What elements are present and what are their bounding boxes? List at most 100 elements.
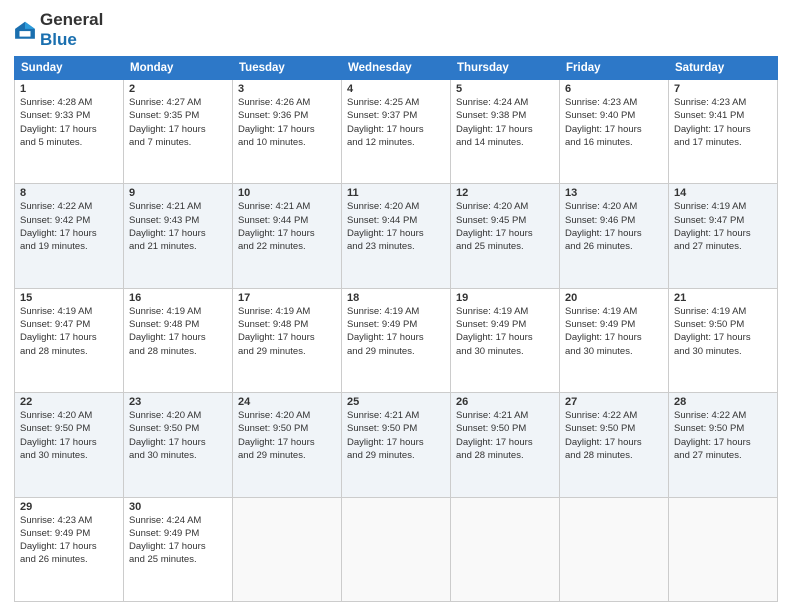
sunset-label: Sunset: 9:48 PM <box>129 319 199 330</box>
sunset-label: Sunset: 9:35 PM <box>129 110 199 121</box>
daylight-minutes: and 30 minutes. <box>565 346 633 357</box>
col-header-wednesday: Wednesday <box>342 57 451 80</box>
col-header-tuesday: Tuesday <box>233 57 342 80</box>
logo: General Blue <box>14 10 103 50</box>
day-cell: 13 Sunrise: 4:20 AM Sunset: 9:46 PM Dayl… <box>560 184 669 288</box>
sunset-label: Sunset: 9:50 PM <box>565 423 635 434</box>
col-header-friday: Friday <box>560 57 669 80</box>
day-number: 22 <box>20 396 118 408</box>
daylight-label: Daylight: 17 hours <box>565 332 642 343</box>
col-header-saturday: Saturday <box>669 57 778 80</box>
day-info: Sunrise: 4:23 AM Sunset: 9:40 PM Dayligh… <box>565 96 663 149</box>
day-cell: 24 Sunrise: 4:20 AM Sunset: 9:50 PM Dayl… <box>233 393 342 497</box>
day-number: 16 <box>129 292 227 304</box>
daylight-minutes: and 25 minutes. <box>129 554 197 565</box>
day-number: 26 <box>456 396 554 408</box>
daylight-minutes: and 14 minutes. <box>456 137 524 148</box>
day-info: Sunrise: 4:20 AM Sunset: 9:50 PM Dayligh… <box>238 409 336 462</box>
generalblue-logo-icon <box>14 19 36 41</box>
daylight-label: Daylight: 17 hours <box>456 332 533 343</box>
daylight-minutes: and 30 minutes. <box>129 450 197 461</box>
daylight-minutes: and 21 minutes. <box>129 241 197 252</box>
day-info: Sunrise: 4:19 AM Sunset: 9:49 PM Dayligh… <box>456 305 554 358</box>
day-cell: 11 Sunrise: 4:20 AM Sunset: 9:44 PM Dayl… <box>342 184 451 288</box>
day-cell: 22 Sunrise: 4:20 AM Sunset: 9:50 PM Dayl… <box>15 393 124 497</box>
sunset-label: Sunset: 9:46 PM <box>565 215 635 226</box>
header: General Blue <box>14 10 778 50</box>
sunrise-label: Sunrise: 4:25 AM <box>347 97 419 108</box>
day-cell: 16 Sunrise: 4:19 AM Sunset: 9:48 PM Dayl… <box>124 288 233 392</box>
sunrise-label: Sunrise: 4:19 AM <box>674 306 746 317</box>
day-cell: 23 Sunrise: 4:20 AM Sunset: 9:50 PM Dayl… <box>124 393 233 497</box>
col-header-thursday: Thursday <box>451 57 560 80</box>
calendar-header-row: SundayMondayTuesdayWednesdayThursdayFrid… <box>15 57 778 80</box>
sunset-label: Sunset: 9:50 PM <box>347 423 417 434</box>
sunset-label: Sunset: 9:48 PM <box>238 319 308 330</box>
day-info: Sunrise: 4:19 AM Sunset: 9:47 PM Dayligh… <box>20 305 118 358</box>
day-number: 23 <box>129 396 227 408</box>
daylight-minutes: and 26 minutes. <box>20 554 88 565</box>
day-cell: 10 Sunrise: 4:21 AM Sunset: 9:44 PM Dayl… <box>233 184 342 288</box>
day-cell <box>451 497 560 601</box>
sunrise-label: Sunrise: 4:28 AM <box>20 97 92 108</box>
daylight-label: Daylight: 17 hours <box>20 228 97 239</box>
day-number: 24 <box>238 396 336 408</box>
sunset-label: Sunset: 9:49 PM <box>565 319 635 330</box>
day-info: Sunrise: 4:21 AM Sunset: 9:43 PM Dayligh… <box>129 200 227 253</box>
sunset-label: Sunset: 9:50 PM <box>674 423 744 434</box>
sunrise-label: Sunrise: 4:23 AM <box>674 97 746 108</box>
day-info: Sunrise: 4:23 AM Sunset: 9:41 PM Dayligh… <box>674 96 772 149</box>
daylight-minutes: and 28 minutes. <box>565 450 633 461</box>
daylight-minutes: and 27 minutes. <box>674 241 742 252</box>
daylight-minutes: and 28 minutes. <box>456 450 524 461</box>
day-info: Sunrise: 4:20 AM Sunset: 9:44 PM Dayligh… <box>347 200 445 253</box>
day-number: 25 <box>347 396 445 408</box>
day-cell: 25 Sunrise: 4:21 AM Sunset: 9:50 PM Dayl… <box>342 393 451 497</box>
sunrise-label: Sunrise: 4:20 AM <box>238 410 310 421</box>
page: General Blue SundayMondayTuesdayWednesda… <box>0 0 792 612</box>
daylight-minutes: and 30 minutes. <box>674 346 742 357</box>
day-cell: 30 Sunrise: 4:24 AM Sunset: 9:49 PM Dayl… <box>124 497 233 601</box>
daylight-label: Daylight: 17 hours <box>456 437 533 448</box>
daylight-label: Daylight: 17 hours <box>20 332 97 343</box>
sunrise-label: Sunrise: 4:19 AM <box>238 306 310 317</box>
sunset-label: Sunset: 9:40 PM <box>565 110 635 121</box>
day-number: 14 <box>674 187 772 199</box>
sunrise-label: Sunrise: 4:21 AM <box>238 201 310 212</box>
daylight-label: Daylight: 17 hours <box>20 124 97 135</box>
daylight-label: Daylight: 17 hours <box>565 437 642 448</box>
day-cell: 6 Sunrise: 4:23 AM Sunset: 9:40 PM Dayli… <box>560 80 669 184</box>
day-cell: 17 Sunrise: 4:19 AM Sunset: 9:48 PM Dayl… <box>233 288 342 392</box>
day-info: Sunrise: 4:19 AM Sunset: 9:50 PM Dayligh… <box>674 305 772 358</box>
day-info: Sunrise: 4:22 AM Sunset: 9:42 PM Dayligh… <box>20 200 118 253</box>
sunrise-label: Sunrise: 4:21 AM <box>347 410 419 421</box>
daylight-minutes: and 17 minutes. <box>674 137 742 148</box>
sunrise-label: Sunrise: 4:19 AM <box>456 306 528 317</box>
sunrise-label: Sunrise: 4:21 AM <box>456 410 528 421</box>
day-number: 29 <box>20 501 118 513</box>
day-cell: 8 Sunrise: 4:22 AM Sunset: 9:42 PM Dayli… <box>15 184 124 288</box>
daylight-minutes: and 7 minutes. <box>129 137 191 148</box>
sunrise-label: Sunrise: 4:19 AM <box>20 306 92 317</box>
day-info: Sunrise: 4:25 AM Sunset: 9:37 PM Dayligh… <box>347 96 445 149</box>
daylight-label: Daylight: 17 hours <box>674 332 751 343</box>
day-number: 27 <box>565 396 663 408</box>
day-cell: 2 Sunrise: 4:27 AM Sunset: 9:35 PM Dayli… <box>124 80 233 184</box>
daylight-label: Daylight: 17 hours <box>129 541 206 552</box>
daylight-minutes: and 29 minutes. <box>238 346 306 357</box>
day-number: 11 <box>347 187 445 199</box>
day-number: 18 <box>347 292 445 304</box>
day-info: Sunrise: 4:27 AM Sunset: 9:35 PM Dayligh… <box>129 96 227 149</box>
daylight-label: Daylight: 17 hours <box>238 228 315 239</box>
sunrise-label: Sunrise: 4:21 AM <box>129 201 201 212</box>
sunrise-label: Sunrise: 4:22 AM <box>20 201 92 212</box>
day-cell: 4 Sunrise: 4:25 AM Sunset: 9:37 PM Dayli… <box>342 80 451 184</box>
sunrise-label: Sunrise: 4:20 AM <box>565 201 637 212</box>
sunset-label: Sunset: 9:49 PM <box>347 319 417 330</box>
sunset-label: Sunset: 9:50 PM <box>674 319 744 330</box>
day-number: 9 <box>129 187 227 199</box>
day-info: Sunrise: 4:23 AM Sunset: 9:49 PM Dayligh… <box>20 514 118 567</box>
day-number: 3 <box>238 83 336 95</box>
day-info: Sunrise: 4:20 AM Sunset: 9:45 PM Dayligh… <box>456 200 554 253</box>
daylight-label: Daylight: 17 hours <box>456 124 533 135</box>
